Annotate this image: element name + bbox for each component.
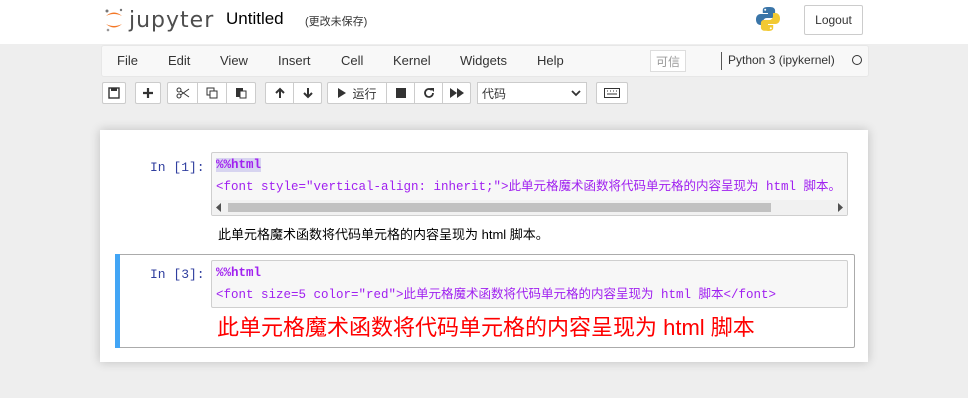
cell-prompt: In [1]: [150, 160, 205, 175]
run-button[interactable]: 运行 [327, 82, 387, 104]
scissors-icon [176, 87, 189, 99]
jupyter-logo-icon [105, 8, 123, 32]
code-line: <font style="vertical-align: inherit;">此… [216, 180, 842, 194]
menu-help[interactable]: Help [537, 53, 564, 68]
move-down-button[interactable] [293, 82, 322, 104]
menu-edit[interactable]: Edit [168, 53, 190, 68]
menu-file[interactable]: File [117, 53, 138, 68]
restart-icon [423, 88, 434, 98]
horizontal-scrollbar[interactable] [212, 200, 847, 215]
cell-prompt: In [3]: [150, 267, 205, 282]
chevron-down-icon [571, 90, 581, 97]
move-up-button[interactable] [265, 82, 294, 104]
cell-output: 此单元格魔术函数将代码单元格的内容呈现为 html 脚本。 [218, 227, 549, 242]
menu-view[interactable]: View [220, 53, 248, 68]
cell-output: 此单元格魔术函数将代码单元格的内容呈现为 html 脚本 [217, 315, 755, 340]
arrow-down-icon [302, 88, 313, 99]
keyboard-icon [604, 88, 620, 98]
paste-icon [236, 88, 247, 99]
restart-run-all-button[interactable] [442, 82, 471, 104]
run-label: 运行 [352, 86, 377, 101]
restart-button[interactable] [414, 82, 443, 104]
kernel-separator [721, 52, 722, 70]
cut-button[interactable] [167, 82, 198, 104]
kernel-name: Python 3 (ipykernel) [728, 53, 835, 67]
copy-icon [206, 87, 218, 99]
notebook-container: In [1]: %%html <font style="vertical-ali… [100, 130, 868, 362]
trusted-indicator[interactable]: 可信 [650, 50, 686, 72]
command-palette-button[interactable] [596, 82, 628, 104]
selection-indicator [115, 254, 120, 348]
code-line: %%html [216, 158, 262, 172]
floppy-icon [108, 87, 120, 99]
menu-cell[interactable]: Cell [341, 53, 363, 68]
scroll-left-icon [216, 203, 221, 212]
scroll-right-icon [838, 203, 843, 212]
menu-insert[interactable]: Insert [278, 53, 311, 68]
jupyter-logo[interactable]: jupyter [103, 6, 214, 34]
save-button[interactable] [102, 82, 126, 104]
notebook-title[interactable]: Untitled [226, 9, 284, 29]
logout-button[interactable]: Logout [804, 5, 863, 35]
code-editor[interactable]: %%html <font size=5 color="red">此单元格魔术函数… [211, 260, 848, 308]
code-line: %%html [216, 266, 261, 280]
cell-type-select[interactable]: 代码 [477, 82, 587, 104]
menu-kernel[interactable]: Kernel [393, 53, 431, 68]
plus-icon [143, 88, 153, 98]
interrupt-button[interactable] [386, 82, 415, 104]
scrollbar-thumb[interactable] [228, 203, 771, 212]
magic-command: %%html [216, 266, 262, 280]
cell-type-value: 代码 [482, 86, 507, 101]
menu-widgets[interactable]: Widgets [460, 53, 507, 68]
paste-button[interactable] [226, 82, 256, 104]
kernel-idle-icon [852, 55, 862, 65]
play-icon [338, 88, 347, 98]
python-logo-icon [756, 7, 780, 31]
code-line: <font size=5 color="red">此单元格魔术函数将代码单元格的… [216, 288, 777, 302]
copy-button[interactable] [197, 82, 227, 104]
stop-icon [395, 88, 406, 98]
code-editor[interactable]: %%html <font style="vertical-align: inhe… [211, 152, 848, 216]
magic-command: %%html [216, 158, 262, 172]
fast-forward-icon [449, 88, 464, 98]
save-status: (更改未保存) [305, 16, 368, 28]
arrow-up-icon [274, 87, 285, 98]
header: jupyter Untitled (更改未保存) Logout [0, 0, 968, 44]
logo-text: jupyter [129, 7, 215, 33]
insert-cell-button[interactable] [135, 82, 161, 104]
menubar: File Edit View Insert Cell Kernel Widget… [101, 45, 869, 77]
